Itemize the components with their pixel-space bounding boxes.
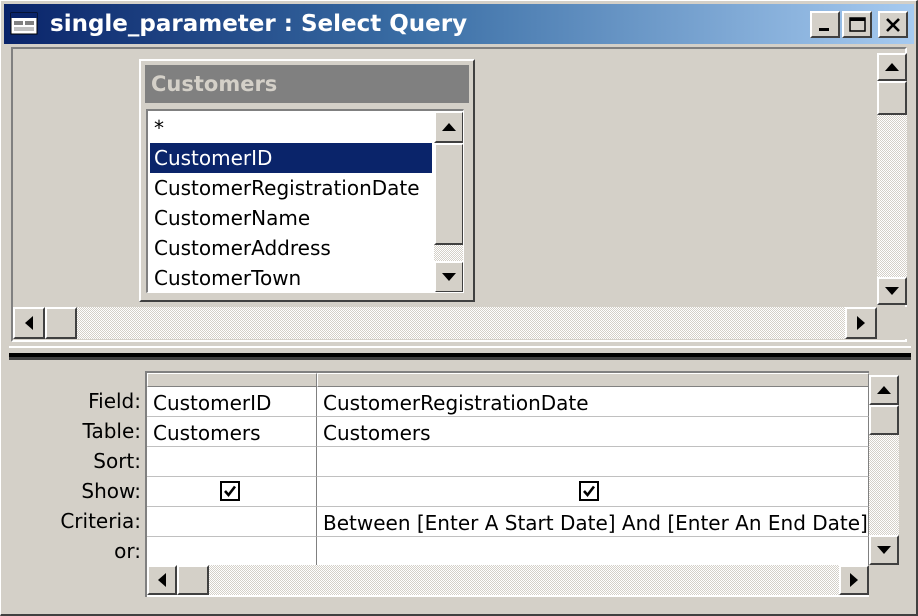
field-item-customerregistrationdate[interactable]: CustomerRegistrationDate xyxy=(150,173,432,203)
cell-table-1[interactable]: Customers xyxy=(147,417,317,447)
cell-field-1[interactable]: CustomerID xyxy=(147,387,317,417)
minimize-button[interactable] xyxy=(810,11,840,38)
maximize-icon xyxy=(849,17,866,32)
grid-scroll-down-button[interactable] xyxy=(869,535,899,565)
arrow-up-icon xyxy=(885,63,899,71)
cell-sort-1[interactable] xyxy=(147,447,317,477)
row-label-show: Show: xyxy=(81,479,141,503)
grid-scroll-up-button[interactable] xyxy=(869,375,899,405)
row-label-criteria: Criteria: xyxy=(60,509,141,533)
row-label-sort: Sort: xyxy=(93,449,141,473)
grid-horizontal-thumb[interactable] xyxy=(177,565,209,595)
cell-show-1[interactable] xyxy=(147,477,317,507)
arrow-up-icon xyxy=(442,123,456,131)
row-label-field: Field: xyxy=(88,389,141,413)
field-list-scroll-thumb[interactable] xyxy=(434,143,463,245)
field-list-title[interactable]: Customers xyxy=(145,65,469,103)
grid-scroll-left-button[interactable] xyxy=(147,565,177,595)
field-item-customertown[interactable]: CustomerTown xyxy=(150,263,432,292)
checkmark-icon xyxy=(224,485,237,498)
grid-vertical-thumb[interactable] xyxy=(869,405,899,435)
arrow-down-icon xyxy=(885,287,899,295)
maximize-button[interactable] xyxy=(842,11,872,38)
query-window-icon[interactable] xyxy=(10,12,40,36)
cell-sort-2[interactable] xyxy=(317,447,869,477)
field-list-scroll-up-button[interactable] xyxy=(434,111,463,143)
field-list-scroll-down-button[interactable] xyxy=(434,261,463,292)
minimize-icon xyxy=(819,28,829,31)
field-item-customerid[interactable]: CustomerID xyxy=(150,143,432,173)
design-pane-scroll-right-button[interactable] xyxy=(845,307,877,339)
design-pane-horizontal-thumb[interactable] xyxy=(45,307,77,339)
cell-or-1[interactable] xyxy=(147,537,317,567)
cell-or-2[interactable] xyxy=(317,537,869,567)
checkmark-icon xyxy=(583,485,596,498)
cell-field-2[interactable]: CustomerRegistrationDate xyxy=(317,387,869,417)
field-list-items[interactable]: * CustomerID CustomerRegistrationDate Cu… xyxy=(146,109,464,293)
design-pane-scroll-left-button[interactable] xyxy=(13,307,45,339)
column-selector-2[interactable] xyxy=(317,373,869,387)
design-pane-scroll-down-button[interactable] xyxy=(877,277,907,305)
grid-scroll-right-button[interactable] xyxy=(839,565,869,595)
cell-criteria-2[interactable]: Between [Enter A Start Date] And [Enter … xyxy=(317,507,869,537)
cell-show-2[interactable] xyxy=(317,477,869,507)
arrow-down-icon xyxy=(877,546,891,554)
row-label-or: or: xyxy=(114,539,141,563)
row-label-table: Table: xyxy=(82,419,141,443)
window-title: single_parameter : Select Query xyxy=(50,11,468,37)
cell-criteria-1[interactable] xyxy=(147,507,317,537)
field-item-customername[interactable]: CustomerName xyxy=(150,203,432,233)
scrollbar-corner xyxy=(877,307,907,339)
arrow-right-icon xyxy=(857,316,865,330)
field-item-all[interactable]: * xyxy=(150,113,432,143)
cell-table-2[interactable]: Customers xyxy=(317,417,869,447)
design-pane-scroll-up-button[interactable] xyxy=(877,53,907,81)
qbe-design-grid[interactable]: CustomerID Customers CustomerRegistratio… xyxy=(145,371,869,597)
show-checkbox-2[interactable] xyxy=(579,481,599,501)
arrow-left-icon xyxy=(25,316,33,330)
query-design-window: single_parameter : Select Query Customer… xyxy=(0,0,918,616)
arrow-up-icon xyxy=(877,386,891,394)
arrow-right-icon xyxy=(850,573,858,587)
arrow-down-icon xyxy=(442,273,456,281)
show-checkbox-1[interactable] xyxy=(220,481,240,501)
design-pane-horizontal-scrollbar[interactable] xyxy=(13,307,877,339)
field-item-customeraddress[interactable]: CustomerAddress xyxy=(150,233,432,263)
title-bar[interactable]: single_parameter : Select Query xyxy=(4,4,914,44)
design-pane-vertical-thumb[interactable] xyxy=(877,81,907,115)
close-button[interactable] xyxy=(878,11,908,38)
close-icon xyxy=(886,18,900,32)
grid-horizontal-scrollbar[interactable] xyxy=(147,565,869,595)
column-selector-1[interactable] xyxy=(147,373,317,387)
field-list-customers[interactable]: Customers * CustomerID CustomerRegistrat… xyxy=(139,59,475,302)
arrow-left-icon xyxy=(158,573,166,587)
pane-splitter-bar[interactable] xyxy=(9,353,911,357)
